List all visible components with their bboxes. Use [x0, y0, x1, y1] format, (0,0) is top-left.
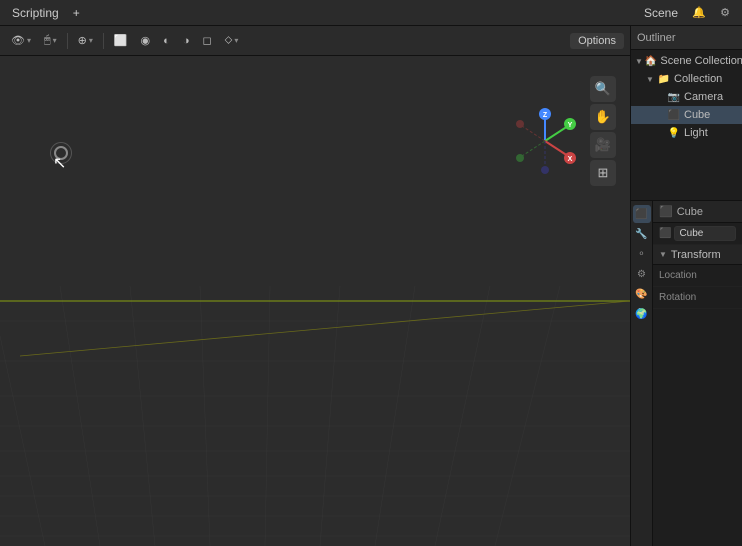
prop-scene-btn[interactable]: 🎨 — [633, 285, 651, 303]
shading-eevee-btn[interactable]: ◻ — [197, 32, 216, 49]
scene-label: Scene — [638, 4, 684, 22]
tree-item-scene-collection[interactable]: ▼ 🏠 Scene Collection — [631, 52, 742, 70]
pan-tool-btn[interactable]: ✋ — [590, 104, 616, 130]
active-object-name: Cube — [677, 206, 703, 218]
prop-particles-btn[interactable]: ⚬ — [633, 245, 651, 263]
viewport-toolbar: 👁▾ 🖱▾ ⊕▾ ⬜ ◉ ◐ ◑ ◻ ⬦▾ Options — [0, 26, 630, 56]
active-object-icon: ⬛ — [659, 205, 673, 218]
tree-item-camera[interactable]: ▶ 📷 Camera — [631, 88, 742, 106]
prop-world-btn[interactable]: 🌍 — [633, 305, 651, 323]
rotation-row: Rotation — [653, 287, 742, 309]
options-button[interactable]: Options — [570, 33, 624, 49]
shading-rendered-btn[interactable]: ◑ — [178, 33, 195, 49]
outliner-tree: ▼ 🏠 Scene Collection ▼ 📁 Collection ▶ 📷 — [631, 50, 742, 144]
tree-item-light[interactable]: ▶ 💡 Light — [631, 124, 742, 142]
light-icon: 💡 — [667, 126, 681, 140]
right-panel: Outliner ▼ 🏠 Scene Collection ▼ 📁 Collec… — [630, 26, 742, 546]
prop-modifier-btn[interactable]: 🔧 — [633, 225, 651, 243]
rotation-label: Rotation — [659, 292, 709, 303]
settings-btn[interactable]: ⚙ — [714, 3, 736, 23]
shading-material-btn[interactable]: ◐ — [158, 33, 175, 49]
cube-label: Cube — [684, 109, 710, 121]
top-bar: Scripting + Scene 🔔 ⚙ — [0, 0, 742, 26]
prop-physics-btn[interactable]: ⚙ — [633, 265, 651, 283]
notification-btn[interactable]: 🔔 — [688, 3, 710, 23]
transform-arrow: ▼ — [659, 250, 667, 259]
props-data-row: ⬛ Cube — [653, 223, 742, 245]
menu-bar: Scripting + — [6, 4, 86, 22]
svg-text:Y: Y — [568, 122, 573, 129]
properties-panel: ⬛ 🔧 ⚬ ⚙ 🎨 🌍 ⬛ Cube ⬛ Cube — [631, 201, 742, 546]
tree-item-collection[interactable]: ▼ 📁 Collection — [631, 70, 742, 88]
tree-item-cube[interactable]: ▶ ⬛ Cube — [631, 106, 742, 124]
viewport-side-tools: 🔍 ✋ 🎥 ⊞ — [590, 76, 616, 186]
outliner-title: Outliner — [637, 32, 676, 44]
toolbar-sep-2 — [103, 33, 104, 49]
zoom-tool-btn[interactable]: 🔍 — [590, 76, 616, 102]
main-content: 👁▾ 🖱▾ ⊕▾ ⬜ ◉ ◐ ◑ ◻ ⬦▾ Options — [0, 26, 742, 546]
overlay-btn[interactable]: ⬜ — [109, 32, 133, 49]
properties-sidebar: ⬛ 🔧 ⚬ ⚙ 🎨 🌍 — [631, 201, 653, 546]
navigation-gizmo[interactable]: Z Y X — [510, 106, 580, 176]
toolbar-sep-1 — [67, 33, 68, 49]
location-label: Location — [659, 270, 709, 281]
location-row: Location — [653, 265, 742, 287]
scene-collection-icon: 🏠 — [645, 54, 657, 68]
viewport-shading-btn[interactable]: 🖱▾ — [39, 32, 62, 49]
camera-icon: 📷 — [667, 90, 681, 104]
light-indicator — [54, 146, 68, 160]
collection-arrow[interactable]: ▼ — [645, 74, 655, 84]
topbar-right: Scene 🔔 ⚙ — [638, 3, 736, 23]
properties-content: ⬛ Cube ⬛ Cube ▼ Transform Location Rota — [653, 201, 742, 546]
viewport[interactable]: 👁▾ 🖱▾ ⊕▾ ⬜ ◉ ◐ ◑ ◻ ⬦▾ Options — [0, 26, 630, 546]
data-icon: ⬛ — [659, 228, 671, 239]
camera-label: Camera — [684, 91, 723, 103]
pivot-point-btn[interactable]: ⊕▾ — [73, 32, 98, 49]
camera-view-btn[interactable]: 🎥 — [590, 132, 616, 158]
props-object-header: ⬛ Cube — [653, 201, 742, 223]
transform-section-header[interactable]: ▼ Transform — [653, 245, 742, 265]
collection-label: Collection — [674, 73, 722, 85]
data-name-field[interactable]: Cube — [674, 226, 736, 241]
select-mode-btn[interactable]: 👁▾ — [6, 32, 36, 49]
grid-view-btn[interactable]: ⊞ — [590, 160, 616, 186]
menu-add-workspace[interactable]: + — [67, 4, 86, 22]
grid-background — [0, 26, 630, 546]
outliner-header: Outliner — [631, 26, 742, 50]
scene-collection-label: Scene Collection — [660, 55, 742, 67]
menu-scripting[interactable]: Scripting — [6, 4, 65, 22]
prop-object-btn[interactable]: ⬛ — [633, 205, 651, 223]
svg-text:X: X — [568, 156, 573, 163]
cube-icon: ⬛ — [667, 108, 681, 122]
viewport-extra-btn[interactable]: ⬦▾ — [220, 32, 244, 49]
light-label: Light — [684, 127, 708, 139]
shading-solid-btn[interactable]: ◉ — [136, 32, 156, 49]
scene-collection-arrow[interactable]: ▼ — [635, 56, 643, 66]
svg-text:Z: Z — [543, 112, 548, 119]
collection-icon: 📁 — [657, 72, 671, 86]
floor-grid — [0, 286, 630, 546]
transform-label: Transform — [671, 249, 721, 261]
outliner: Outliner ▼ 🏠 Scene Collection ▼ 📁 Collec… — [631, 26, 742, 201]
